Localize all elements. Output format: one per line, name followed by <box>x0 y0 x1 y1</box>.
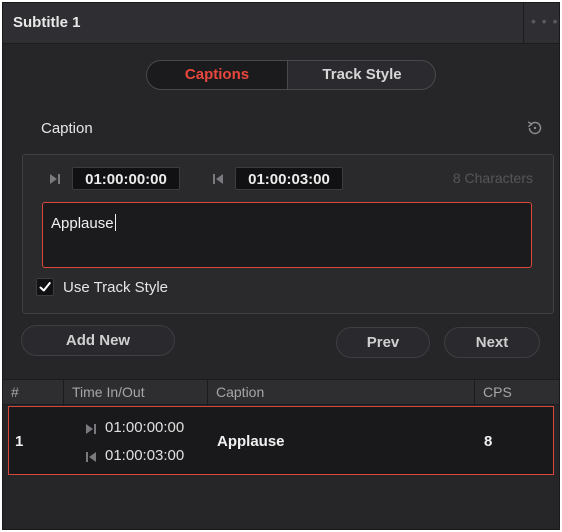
panel-title: Subtitle 1 <box>13 14 81 31</box>
caption-section-title: Caption <box>41 120 93 137</box>
table-header: # Time In/Out Caption CPS <box>3 379 559 405</box>
checkmark-icon <box>39 282 51 292</box>
next-button[interactable]: Next <box>444 327 540 358</box>
row-cps: 8 <box>484 433 493 450</box>
use-track-style-label: Use Track Style <box>63 279 169 296</box>
subtitle-inspector-panel: Subtitle 1 • • • Captions Track Style Ca… <box>2 2 560 530</box>
column-header-time[interactable]: Time In/Out <box>64 380 207 406</box>
header-divider <box>523 3 524 43</box>
reset-icon[interactable] <box>525 118 545 138</box>
tab-track-style[interactable]: Track Style <box>287 61 435 89</box>
text-caret <box>114 214 116 231</box>
add-new-button[interactable]: Add New <box>21 325 175 356</box>
panel-header: Subtitle 1 • • • <box>3 3 559 44</box>
row-caption: Applause <box>217 433 285 450</box>
prev-button[interactable]: Prev <box>336 327 430 358</box>
caption-tab-switcher: Captions Track Style <box>146 60 436 90</box>
caption-text-value: Applause <box>51 215 114 232</box>
column-header-cps[interactable]: CPS <box>475 380 555 406</box>
row-time-in: 01:00:00:00 <box>105 419 185 436</box>
character-count: 8 Characters <box>452 170 533 186</box>
column-header-index[interactable]: # <box>3 380 63 406</box>
caption-editor: 01:00:00:00 01:00:03:00 8 Characters App… <box>22 154 554 314</box>
row-index: 1 <box>15 433 24 450</box>
time-out-field[interactable]: 01:00:03:00 <box>235 167 343 190</box>
mark-in-icon <box>86 424 96 434</box>
tab-captions[interactable]: Captions <box>147 61 287 89</box>
column-header-caption[interactable]: Caption <box>208 380 474 406</box>
row-time-out: 01:00:03:00 <box>105 447 185 464</box>
table-row[interactable]: 1 01:00:00:00 01:00:03:00 Applause 8 <box>8 406 554 475</box>
mark-out-icon <box>213 174 223 184</box>
caption-text-input[interactable]: Applause <box>42 202 532 268</box>
mark-out-icon <box>86 452 96 462</box>
mark-in-icon <box>50 174 60 184</box>
ellipsis-icon[interactable]: • • • <box>531 13 558 29</box>
use-track-style-checkbox[interactable] <box>36 278 54 296</box>
time-in-field[interactable]: 01:00:00:00 <box>72 167 180 190</box>
